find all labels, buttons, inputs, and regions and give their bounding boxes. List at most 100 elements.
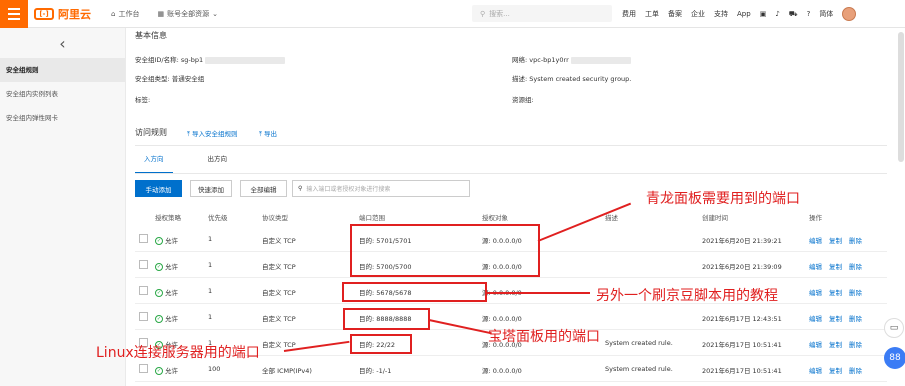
sidebar-item-instances[interactable]: 安全组内实例列表 xyxy=(0,82,125,106)
scrollbar[interactable] xyxy=(898,32,904,162)
sg-type-value: 普通安全组 xyxy=(171,75,205,83)
cell-time: 2021年6月17日 10:51:41 xyxy=(702,367,782,375)
sidebar-item-eni[interactable]: 安全组内弹性网卡 xyxy=(0,106,125,130)
cell-priority: 1 xyxy=(208,287,213,295)
delete-action[interactable]: 删除 xyxy=(849,339,862,349)
cell-source: 源: 0.0.0.0/0 xyxy=(482,315,522,323)
cell-protocol: 自定义 TCP xyxy=(262,237,296,245)
cell-policy: ✓ 允许 xyxy=(155,365,178,375)
copy-action[interactable]: 复制 xyxy=(829,313,842,323)
assistant-icon[interactable]: 88 xyxy=(884,347,905,369)
menu-support[interactable]: 支持 xyxy=(714,9,728,19)
edit-action[interactable]: 编辑 xyxy=(809,235,822,245)
cell-priority: 100 xyxy=(208,365,221,373)
cell-priority: 1 xyxy=(208,313,213,321)
resource-group-field: 资源组: xyxy=(512,94,534,104)
global-search-input[interactable]: ⚲ 搜索... xyxy=(472,5,612,22)
row-checkbox[interactable] xyxy=(139,260,148,269)
edit-all-button[interactable]: 全部编辑 xyxy=(240,180,287,197)
workbench-link[interactable]: ⌂ 工作台 xyxy=(111,9,139,19)
th-policy: 授权策略 xyxy=(155,214,181,222)
import-label: 导入安全组规则 xyxy=(191,130,238,138)
manual-add-button[interactable]: 手动添加 xyxy=(135,180,182,197)
chat-icon[interactable]: ▭ xyxy=(884,318,904,338)
back-chevron-icon[interactable]: ‹ xyxy=(0,28,125,58)
policy-text: 允许 xyxy=(165,315,178,323)
copy-action[interactable]: 复制 xyxy=(829,235,842,245)
logo-mark: [-] xyxy=(34,7,54,20)
annotation-jd: 另外一个刷京豆脚本用的教程 xyxy=(596,288,778,304)
copy-action[interactable]: 复制 xyxy=(829,365,842,375)
quick-add-button[interactable]: 快速添加 xyxy=(190,180,232,197)
edit-action[interactable]: 编辑 xyxy=(809,261,822,271)
edit-action[interactable]: 编辑 xyxy=(809,339,822,349)
rule-search-placeholder: 输入端口或者授权对象进行搜索 xyxy=(306,186,391,193)
annotation-box-jd xyxy=(342,282,487,302)
sg-id-field: 安全组ID/名称: sg-bp1 xyxy=(135,54,286,64)
resource-label: 账号全部资源 xyxy=(167,9,210,18)
sg-type-field: 安全组类型: 普通安全组 xyxy=(135,73,204,83)
annotation-qinglong: 青龙面板需要用到的端口 xyxy=(646,191,800,207)
delete-action[interactable]: 删除 xyxy=(849,235,862,245)
cell-protocol: 自定义 TCP xyxy=(262,263,296,271)
menu-fee[interactable]: 费用 xyxy=(622,9,636,19)
import-rules-link[interactable]: ⤒ 导入安全组规则 xyxy=(187,128,237,139)
search-icon: ⚲ xyxy=(298,185,303,192)
terminal-icon[interactable]: ▣ xyxy=(760,10,767,18)
top-right-menu: 费用 工单 备案 企业 支持 App ▣ ♪ ⛟ ? 简体 xyxy=(622,0,857,28)
delete-action[interactable]: 删除 xyxy=(849,365,862,375)
check-circle-icon: ✓ xyxy=(155,315,163,323)
rule-search-input[interactable]: ⚲ 输入端口或者授权对象进行搜索 xyxy=(292,180,470,197)
menu-app[interactable]: App xyxy=(737,10,751,18)
th-source: 授权对象 xyxy=(482,214,508,222)
row-checkbox[interactable] xyxy=(139,312,148,321)
tab-outbound[interactable]: 出方向 xyxy=(199,154,237,174)
delete-action[interactable]: 删除 xyxy=(849,313,862,323)
sidebar-item-rules[interactable]: 安全组规则 xyxy=(0,58,125,82)
sidebar: ‹ 安全组规则 安全组内实例列表 安全组内弹性网卡 xyxy=(0,28,126,386)
aliyun-logo[interactable]: [-] 阿里云 xyxy=(34,6,91,22)
check-circle-icon: ✓ xyxy=(155,237,163,245)
row-checkbox[interactable] xyxy=(139,286,148,295)
tab-inbound[interactable]: 入方向 xyxy=(135,154,173,174)
export-link[interactable]: ⤒ 导出 xyxy=(259,128,277,139)
cell-protocol: 自定义 TCP xyxy=(262,341,296,349)
cell-desc: System created rule. xyxy=(605,365,673,373)
row-checkbox[interactable] xyxy=(139,364,148,373)
delete-action[interactable]: 删除 xyxy=(849,261,862,271)
description-value: System created security group. xyxy=(529,75,632,83)
access-rules-title: 访问规则 xyxy=(135,128,167,137)
direction-tabs: 入方向 出方向 xyxy=(135,154,236,174)
copy-action[interactable]: 复制 xyxy=(829,261,842,271)
tab-divider xyxy=(135,173,887,174)
menu-ticket[interactable]: 工单 xyxy=(645,9,659,19)
edit-action[interactable]: 编辑 xyxy=(809,313,822,323)
table-header: 授权策略 优先级 协议类型 端口范围 授权对象 描述 创建时间 操作 xyxy=(135,208,887,224)
th-protocol: 协议类型 xyxy=(262,214,288,222)
cart-icon[interactable]: ⛟ xyxy=(789,10,798,19)
copy-action[interactable]: 复制 xyxy=(829,339,842,349)
check-circle-icon: ✓ xyxy=(155,367,163,375)
menu-icon[interactable] xyxy=(0,0,28,28)
edit-action[interactable]: 编辑 xyxy=(809,287,822,297)
bell-icon[interactable]: ♪ xyxy=(775,10,779,18)
avatar[interactable] xyxy=(842,7,857,21)
th-port: 端口范围 xyxy=(359,214,385,222)
resource-group-label: 资源组: xyxy=(512,96,534,104)
cell-policy: ✓ 允许 xyxy=(155,261,178,271)
delete-action[interactable]: 删除 xyxy=(849,287,862,297)
resource-selector[interactable]: ▦ 账号全部资源 ⌄ xyxy=(157,9,218,19)
sg-id-label: 安全组ID/名称: xyxy=(135,56,179,64)
copy-action[interactable]: 复制 xyxy=(829,287,842,297)
cell-policy: ✓ 允许 xyxy=(155,287,178,297)
upload-icon: ⤒ xyxy=(187,130,190,138)
language-switch[interactable]: 简体 xyxy=(819,9,833,19)
cell-time: 2021年6月20日 21:39:09 xyxy=(702,263,782,271)
row-checkbox[interactable] xyxy=(139,234,148,243)
edit-action[interactable]: 编辑 xyxy=(809,365,822,375)
menu-enterprise[interactable]: 企业 xyxy=(691,9,705,19)
upload-icon: ⤒ xyxy=(259,130,262,138)
annotation-box-linux xyxy=(350,334,412,354)
help-icon[interactable]: ? xyxy=(807,10,811,18)
menu-icp[interactable]: 备案 xyxy=(668,9,682,19)
